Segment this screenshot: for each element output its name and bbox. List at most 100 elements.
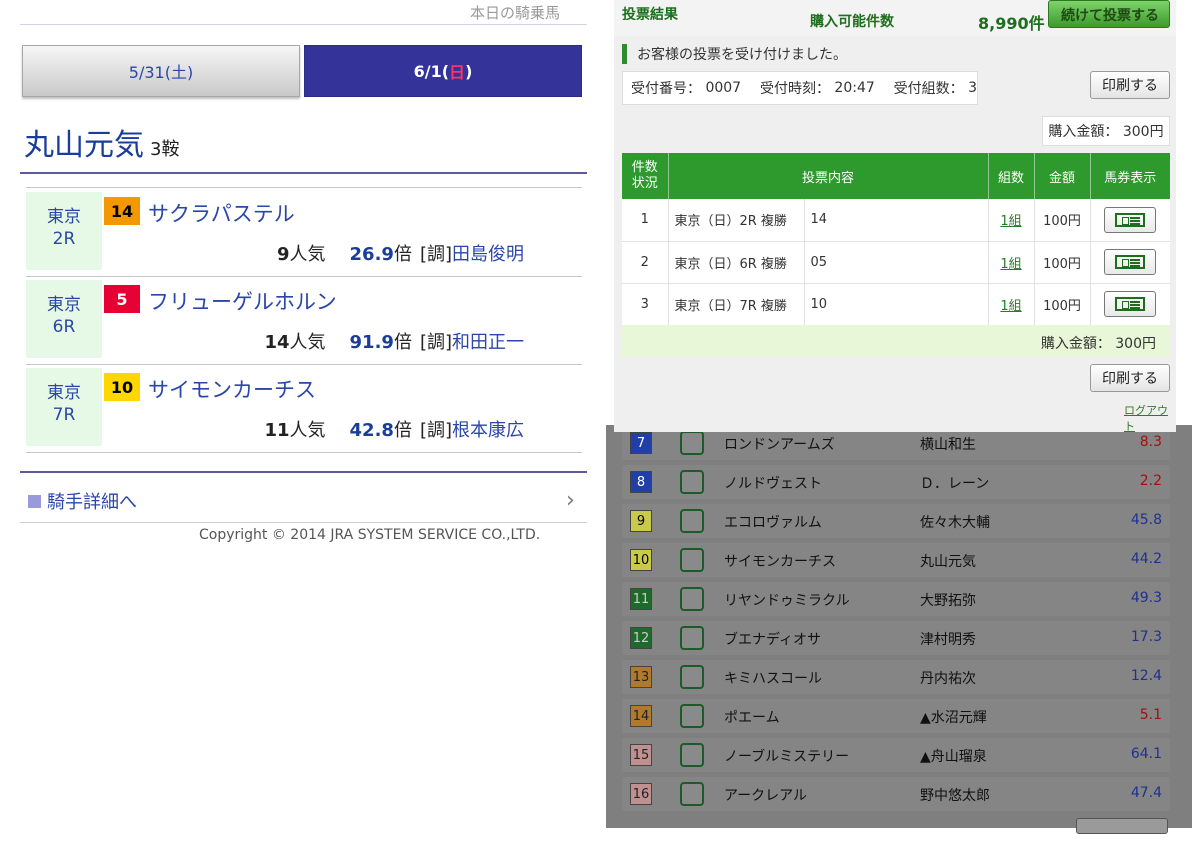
select-checkbox[interactable] (680, 509, 704, 533)
accept-message: お客様の投票を受け付けました。 (622, 44, 847, 64)
bet-amount: 100円 (1034, 283, 1091, 326)
horse-name[interactable]: フリューゲルホルン (148, 286, 337, 316)
popularity: 11 (264, 420, 290, 441)
bets-table: 件数 状況 投票内容 組数 金額 馬券表示 1 東京（日）2R 複勝 14 1組 100… (622, 153, 1170, 326)
race-stats: 9人気 26.9倍 [調]田島俊明 (277, 240, 524, 266)
jockey-page: 本日の騎乗馬 5/31(土) 6/1(日) 丸山元気 3鞍 東京 2R 14 サクラパス… (0, 0, 600, 841)
horse-name[interactable]: サイモンカーチス (148, 374, 316, 404)
race-row[interactable]: 東京 7R 10 サイモンカーチス 11人気 42.8倍 [調]根本康広 (26, 368, 582, 446)
odds-list-row[interactable]: 10 サイモンカーチス 丸山元気 44.2 (622, 543, 1170, 577)
horse-number-badge: 16 (630, 783, 652, 805)
horse-number-badge: 7 (630, 432, 652, 454)
trainer-tag: [調] (419, 420, 452, 441)
logout-link[interactable]: ログアウト (1124, 402, 1176, 434)
horse-number-badge: 12 (630, 627, 652, 649)
race-track: 東京 (47, 207, 81, 227)
trainer-name[interactable]: 根本康広 (452, 420, 524, 441)
horse-name: ブエナディオサ (724, 632, 822, 648)
jockey-name: 丸山元気 (24, 128, 144, 163)
select-checkbox[interactable] (680, 704, 704, 728)
col-status: 件数 状況 (622, 153, 669, 199)
purchase-total: 購入金額： 300円 (1042, 116, 1170, 146)
edge (1192, 425, 1200, 841)
jockey-mounts: 3鞍 (150, 139, 180, 160)
continue-voting-button[interactable]: 続けて投票する (1048, 0, 1170, 28)
jockey-name: 丹内祐次 (920, 671, 976, 687)
available-count-label: 購入可能件数 (810, 14, 894, 30)
bet-race: 東京（日）6R 複勝 (668, 241, 805, 284)
odds-list-row[interactable]: 16 アークレアル 野中悠太郎 47.4 (622, 777, 1170, 811)
divider (20, 172, 587, 174)
horse-name: ノーブルミステリー (724, 749, 850, 765)
bet-ticket (1090, 283, 1170, 326)
odds-list-row[interactable]: 8 ノルドヴェスト Ｄ．レーン 2.2 (622, 465, 1170, 499)
chevron-right-icon[interactable]: › (566, 488, 575, 513)
select-checkbox[interactable] (680, 626, 704, 650)
bet-units-link[interactable]: 1組 (1000, 257, 1021, 272)
select-checkbox[interactable] (680, 587, 704, 611)
jockey-name: 横山和生 (920, 437, 976, 453)
select-checkbox[interactable] (680, 431, 704, 455)
select-checkbox[interactable] (680, 743, 704, 767)
trainer-name[interactable]: 田島俊明 (452, 244, 524, 265)
ticket-view-button[interactable] (1104, 249, 1157, 275)
horse-number-badge: 14 (630, 705, 652, 727)
odds-list-row[interactable]: 14 ポエーム ▲水沼元輝 5.1 (622, 699, 1170, 733)
accept-text: お客様の投票を受け付けました。 (637, 47, 847, 63)
select-checkbox[interactable] (680, 548, 704, 572)
receipt-sets: 3 (968, 80, 977, 96)
receipt-sets-label: 受付組数： (893, 81, 964, 97)
race-row[interactable]: 東京 6R 5 フリューゲルホルン 14人気 91.9倍 [調]和田正一 (26, 280, 582, 358)
print-button-bottom[interactable]: 印刷する (1090, 364, 1170, 392)
ticket-view-button[interactable] (1104, 291, 1157, 317)
print-button[interactable]: 印刷する (1090, 71, 1170, 99)
bet-selection: 05 (804, 241, 989, 284)
trainer-name[interactable]: 和田正一 (452, 332, 524, 353)
odds-list-row[interactable]: 13 キミハスコール 丹内祐次 12.4 (622, 660, 1170, 694)
dialog-header: 投票結果 購入可能件数 8,990件 続けて投票する (614, 0, 1176, 36)
bet-amount: 100円 (1034, 199, 1091, 242)
jockey-name: Ｄ．レーン (920, 476, 990, 492)
select-checkbox[interactable] (680, 782, 704, 806)
col-amount: 金額 (1034, 153, 1091, 199)
horse-name: リヤンドゥミラクル (724, 593, 850, 609)
odds-list-row[interactable]: 11 リヤンドゥミラクル 大野拓弥 49.3 (622, 582, 1170, 616)
ticket-view-button[interactable] (1104, 206, 1157, 233)
jockey-heading: 丸山元気 3鞍 (24, 120, 179, 164)
race-track: 東京 (47, 295, 81, 315)
horse-number-badge: 5 (104, 285, 140, 313)
select-checkbox[interactable] (680, 665, 704, 689)
bet-units-link[interactable]: 1組 (1000, 299, 1021, 314)
odds-list-row[interactable]: 12 ブエナディオサ 津村明秀 17.3 (622, 621, 1170, 655)
race-stats: 14人気 91.9倍 [調]和田正一 (264, 328, 524, 354)
tab-date-saturday[interactable]: 5/31(土) (22, 45, 300, 97)
horse-name: ポエーム (724, 710, 780, 726)
tab-date-sunday[interactable]: 6/1(日) (304, 45, 582, 97)
odds-list-row[interactable]: 15 ノーブルミステリー ▲舟山瑠泉 64.1 (622, 738, 1170, 772)
race-label: 東京 2R (26, 192, 102, 270)
horse-name[interactable]: サクラパステル (148, 198, 295, 228)
accent-bar (622, 44, 627, 64)
bet-units-link[interactable]: 1組 (1000, 214, 1021, 229)
popularity-unit: 人気 (289, 332, 326, 353)
horse-number-badge: 11 (630, 588, 652, 610)
cut-off-heading: 本日の騎乗馬 (470, 4, 561, 20)
bet-race: 東京（日）7R 複勝 (668, 283, 805, 326)
horse-name: ノルドヴェスト (724, 476, 822, 492)
bet-number: 2 (622, 241, 669, 284)
odds: 64.1 (1130, 746, 1162, 762)
odds-unit: 倍 (393, 420, 412, 441)
odds: 45.8 (1130, 512, 1162, 528)
vote-result-dialog: 投票結果 購入可能件数 8,990件 続けて投票する お客様の投票を受け付けまし… (614, 0, 1176, 434)
jockey-detail-link[interactable]: 騎手詳細へ (28, 488, 137, 514)
odds-list-row[interactable]: 9 エコロヴァルム 佐々木大輔 45.8 (622, 504, 1170, 538)
bottom-button[interactable] (1076, 818, 1168, 834)
bet-amount: 100円 (1034, 241, 1091, 284)
betting-page: 7 ロンドンアームズ 横山和生 8.3 8 ノルドヴェスト Ｄ．レーン 2.2 9 エコロヴァルム… (606, 0, 1200, 841)
bet-number: 1 (622, 199, 669, 242)
tab-label: 5/31(土) (128, 63, 194, 82)
jockey-detail-label: 騎手詳細へ (47, 492, 137, 513)
race-row[interactable]: 東京 2R 14 サクラパステル 9人気 26.9倍 [調]田島俊明 (26, 192, 582, 270)
bet-units: 1組 (988, 283, 1035, 326)
select-checkbox[interactable] (680, 470, 704, 494)
